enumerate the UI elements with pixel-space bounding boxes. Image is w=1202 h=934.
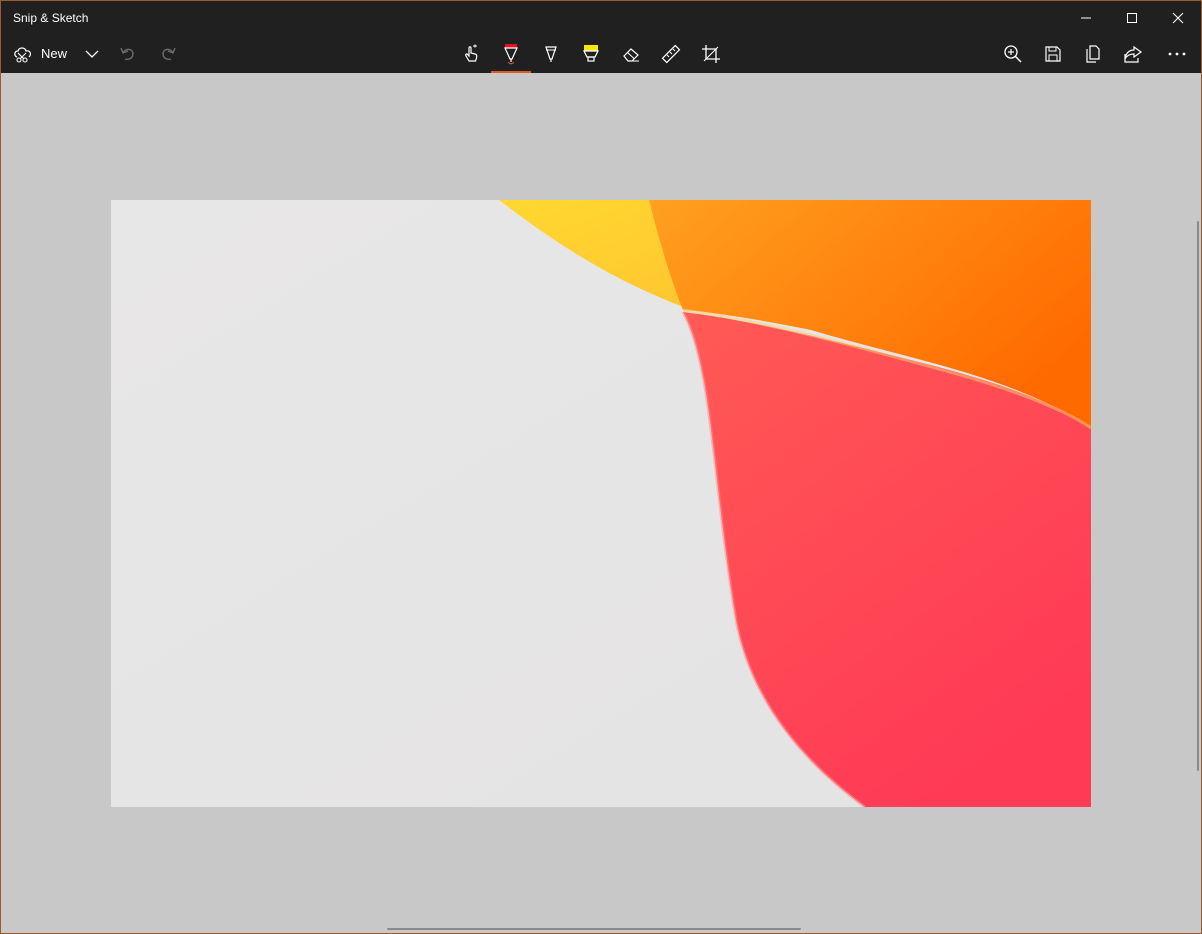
toolbar: New bbox=[1, 34, 1201, 73]
touch-writing-icon bbox=[465, 44, 478, 62]
undo-button[interactable] bbox=[115, 34, 141, 73]
crop-button[interactable] bbox=[697, 34, 725, 73]
eraser-button[interactable] bbox=[617, 34, 645, 73]
share-button[interactable] bbox=[1119, 34, 1147, 73]
title-bar: Snip & Sketch bbox=[1, 1, 1201, 34]
more-button[interactable] bbox=[1161, 34, 1193, 73]
more-icon bbox=[1168, 52, 1186, 55]
redo-button[interactable] bbox=[155, 34, 181, 73]
crop-icon bbox=[702, 44, 720, 63]
redo-icon bbox=[162, 47, 176, 60]
maximize-icon bbox=[1127, 12, 1137, 23]
close-icon bbox=[1172, 12, 1184, 23]
close-button[interactable] bbox=[1155, 1, 1201, 34]
snip-sketch-window: Snip & Sketch New bbox=[0, 0, 1202, 934]
minimize-button[interactable] bbox=[1063, 1, 1109, 34]
ruler-icon bbox=[661, 44, 681, 63]
minimize-icon bbox=[1081, 17, 1091, 18]
copy-icon bbox=[1086, 44, 1100, 63]
chevron-down-icon bbox=[85, 50, 99, 58]
save-icon bbox=[1045, 45, 1061, 62]
new-snip-button[interactable]: New bbox=[13, 34, 77, 73]
ruler-button[interactable] bbox=[657, 34, 685, 73]
zoom-button[interactable] bbox=[999, 34, 1027, 73]
canvas-area[interactable] bbox=[1, 73, 1201, 933]
zoom-icon bbox=[1004, 44, 1022, 63]
undo-icon bbox=[120, 47, 134, 60]
pencil-icon bbox=[545, 45, 557, 62]
vertical-scrollbar[interactable] bbox=[1197, 221, 1199, 771]
highlighter-icon bbox=[583, 44, 599, 62]
save-button[interactable] bbox=[1039, 34, 1067, 73]
snip-image[interactable] bbox=[111, 200, 1091, 807]
touch-writing-button[interactable] bbox=[457, 34, 485, 73]
horizontal-scrollbar[interactable] bbox=[387, 928, 801, 930]
share-icon bbox=[1124, 45, 1143, 63]
new-snip-icon bbox=[14, 46, 32, 63]
new-dropdown-button[interactable] bbox=[81, 34, 103, 73]
pencil-button[interactable] bbox=[537, 34, 565, 73]
copy-button[interactable] bbox=[1079, 34, 1107, 73]
app-title: Snip & Sketch bbox=[13, 11, 89, 25]
ballpoint-pen-button[interactable] bbox=[497, 34, 525, 73]
ballpoint-pen-icon bbox=[504, 43, 518, 65]
eraser-icon bbox=[623, 47, 639, 62]
new-label: New bbox=[41, 46, 68, 61]
maximize-button[interactable] bbox=[1109, 1, 1155, 34]
highlighter-button[interactable] bbox=[577, 34, 605, 73]
